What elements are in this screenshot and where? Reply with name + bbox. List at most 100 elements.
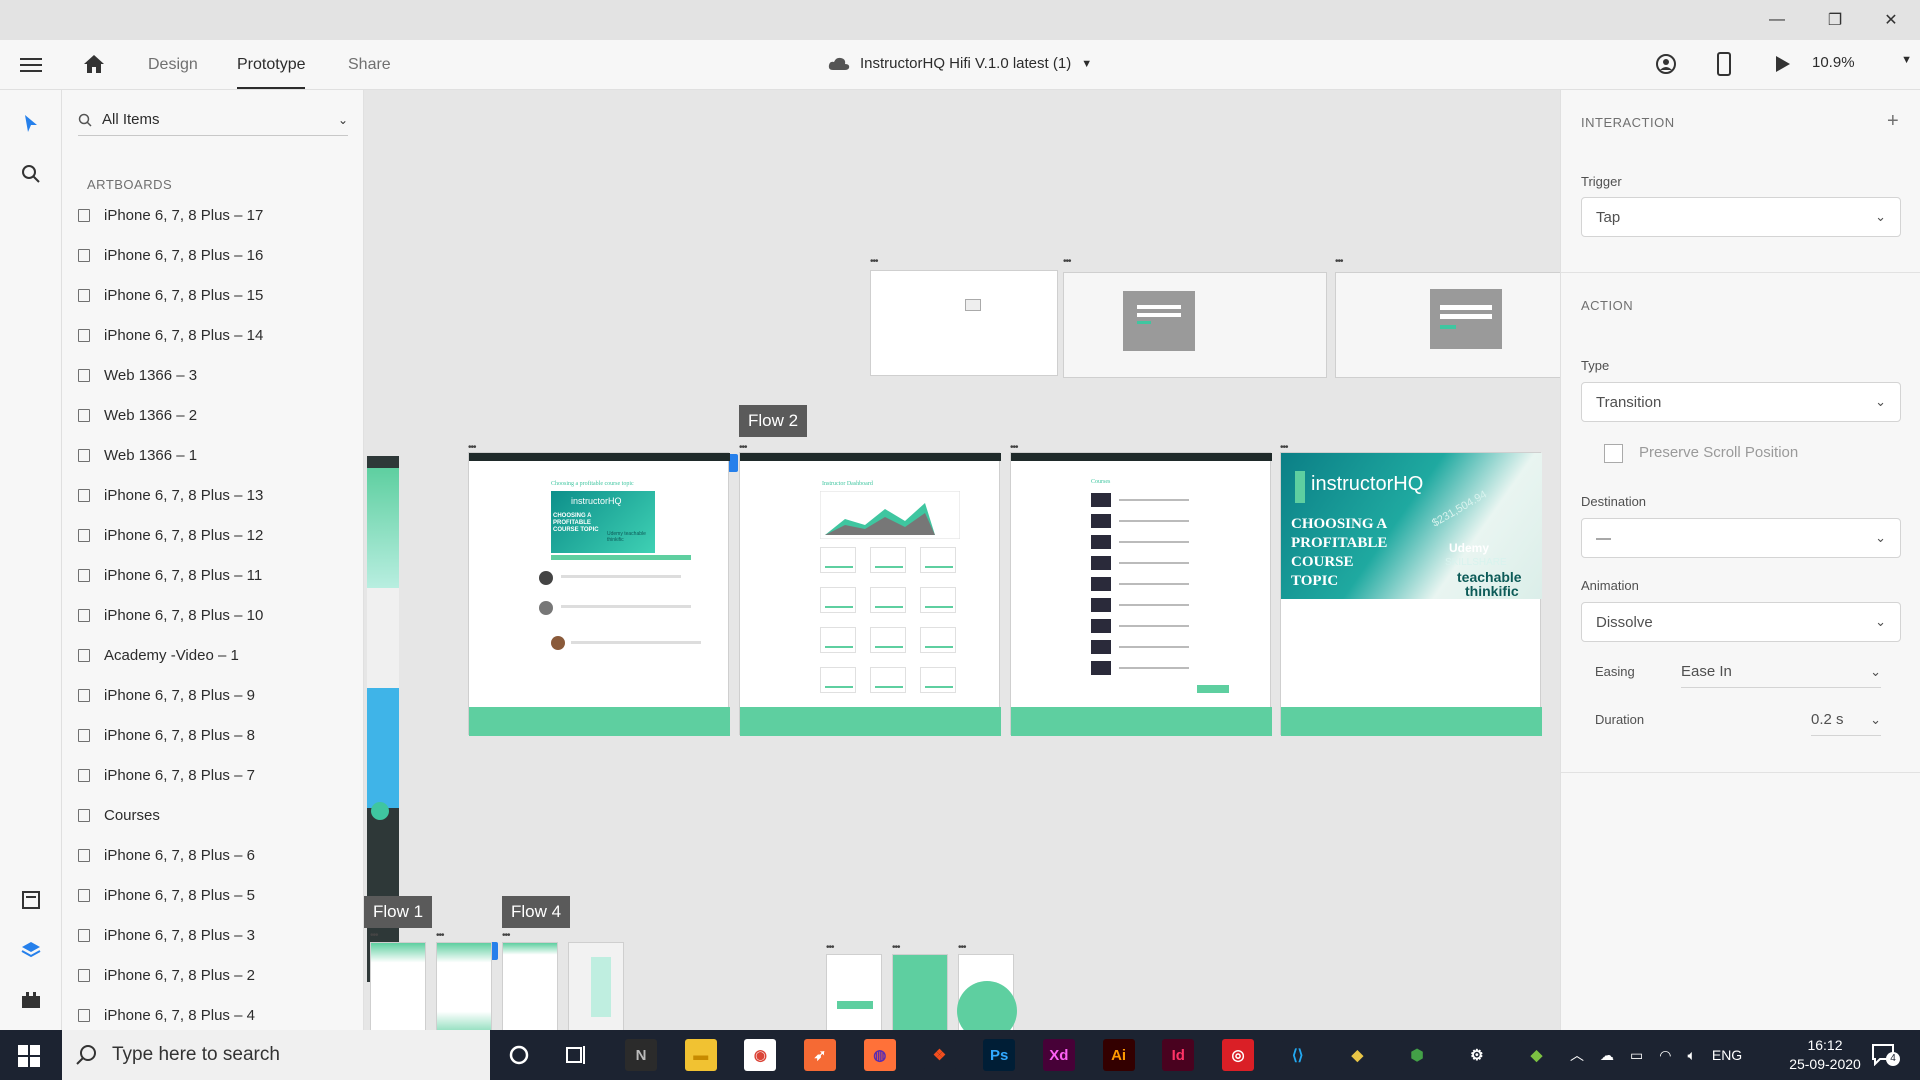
artboard-thumb[interactable] xyxy=(1063,272,1327,378)
select-tool[interactable] xyxy=(19,112,43,136)
restore-button[interactable]: ❐ xyxy=(1806,0,1864,40)
artboard-menu-dots[interactable]: ••• xyxy=(958,942,966,953)
artboard-thumb[interactable] xyxy=(870,270,1058,376)
easing-select[interactable]: Ease In ⌄ xyxy=(1681,656,1881,688)
artboard-hero[interactable]: instructorHQ CHOOSING A PROFITABLE COURS… xyxy=(1280,452,1542,736)
artboard-menu-dots[interactable]: ••• xyxy=(370,930,378,941)
tab-design[interactable]: Design xyxy=(148,56,198,74)
document-assets-button[interactable] xyxy=(19,888,43,912)
artboard-list-item[interactable]: iPhone 6, 7, 8 Plus – 10 xyxy=(78,600,263,630)
artboard-list-item[interactable]: iPhone 6, 7, 8 Plus – 9 xyxy=(78,680,255,710)
artboard-thumb[interactable] xyxy=(1335,272,1560,378)
volume-icon[interactable]: 🔈︎ xyxy=(1687,1047,1695,1064)
artboard-menu-dots[interactable]: ••• xyxy=(826,942,834,953)
artboard-list-item[interactable]: iPhone 6, 7, 8 Plus – 7 xyxy=(78,760,255,790)
start-button[interactable] xyxy=(18,1045,40,1072)
phone-artboard-thumb[interactable] xyxy=(436,942,492,1030)
taskbar-app-icon[interactable]: ⬢ xyxy=(1401,1039,1434,1071)
taskbar-app-icon[interactable]: ⚙ xyxy=(1460,1039,1493,1071)
zoom-tool[interactable] xyxy=(19,162,43,186)
zoom-select[interactable]: 10.9% ▼ xyxy=(1812,54,1912,71)
onedrive-icon[interactable]: ☁ xyxy=(1600,1047,1614,1064)
artboard-list-item[interactable]: iPhone 6, 7, 8 Plus – 15 xyxy=(78,280,263,310)
taskbar-app-icon[interactable]: Xd xyxy=(1042,1039,1075,1071)
layers-button[interactable] xyxy=(19,938,43,962)
taskbar-app-icon[interactable]: ◆ xyxy=(1520,1039,1553,1071)
flow-2-tag[interactable]: Flow 2 xyxy=(739,405,808,437)
artboard-list-item[interactable]: iPhone 6, 7, 8 Plus – 16 xyxy=(78,240,263,270)
task-view-button[interactable] xyxy=(566,1044,588,1071)
artboard-list-item[interactable]: iPhone 6, 7, 8 Plus – 17 xyxy=(78,200,263,230)
minimize-button[interactable]: — xyxy=(1748,0,1806,40)
wifi-icon[interactable]: ◠ xyxy=(1659,1047,1671,1064)
chevron-up-icon[interactable]: ︿ xyxy=(1570,1045,1584,1065)
artboard-menu-dots[interactable]: ••• xyxy=(870,256,878,267)
artboard-list-item[interactable]: Web 1366 – 1 xyxy=(78,440,197,470)
home-button[interactable] xyxy=(82,53,106,80)
artboard-list-item[interactable]: iPhone 6, 7, 8 Plus – 12 xyxy=(78,520,263,550)
phone-artboard-thumb[interactable] xyxy=(568,942,624,1030)
preserve-scroll-checkbox[interactable] xyxy=(1604,444,1623,463)
artboard-list-item[interactable]: iPhone 6, 7, 8 Plus – 14 xyxy=(78,320,263,350)
battery-icon[interactable]: ▭ xyxy=(1630,1047,1643,1064)
hamburger-menu-button[interactable] xyxy=(20,55,42,75)
document-title[interactable]: InstructorHQ Hifi V.1.0 latest (1) ▼ xyxy=(828,55,1092,72)
taskbar-app-icon[interactable]: Id xyxy=(1162,1039,1195,1071)
language-indicator[interactable]: ENG xyxy=(1712,1047,1742,1063)
close-window-button[interactable]: ✕ xyxy=(1862,0,1920,40)
share-user-button[interactable] xyxy=(1655,53,1677,80)
artboard-list-item[interactable]: iPhone 6, 7, 8 Plus – 8 xyxy=(78,720,255,750)
artboard-list-item[interactable]: iPhone 6, 7, 8 Plus – 5 xyxy=(78,880,255,910)
tab-share[interactable]: Share xyxy=(348,56,391,74)
artboard-menu-dots[interactable]: ••• xyxy=(1063,256,1071,267)
artboard-course-topic[interactable]: Choosing a profitable course topic instr… xyxy=(468,452,730,736)
taskbar-app-icon[interactable]: ❖ xyxy=(923,1039,956,1071)
taskbar-app-icon[interactable]: ◉ xyxy=(744,1039,777,1071)
tab-prototype[interactable]: Prototype xyxy=(237,56,306,89)
animation-select[interactable]: Dissolve ⌄ xyxy=(1581,602,1901,642)
phone-artboard-thumb[interactable] xyxy=(370,942,426,1030)
device-preview-button[interactable] xyxy=(1717,52,1731,81)
artboard-list-item[interactable]: iPhone 6, 7, 8 Plus – 13 xyxy=(78,480,263,510)
clock[interactable]: 16:12 25-09-2020 xyxy=(1780,1036,1870,1074)
artboard-list-item[interactable]: iPhone 6, 7, 8 Plus – 3 xyxy=(78,920,255,950)
artboard-list-item[interactable]: iPhone 6, 7, 8 Plus – 2 xyxy=(78,960,255,990)
artboard-menu-dots[interactable]: ••• xyxy=(502,930,510,941)
add-interaction-button[interactable]: + xyxy=(1887,110,1899,133)
artboard-menu-dots[interactable]: ••• xyxy=(1335,256,1343,267)
destination-select[interactable]: — ⌄ xyxy=(1581,518,1901,558)
taskbar-app-icon[interactable]: Ps xyxy=(983,1039,1016,1071)
taskbar-app-icon[interactable]: N xyxy=(625,1039,657,1071)
duration-select[interactable]: 0.2 s ⌄ xyxy=(1811,704,1881,736)
phone-artboard-thumb[interactable] xyxy=(957,954,1017,1030)
taskbar-app-icon[interactable]: ◆ xyxy=(1341,1039,1374,1071)
artboard-menu-dots[interactable]: ••• xyxy=(892,942,900,953)
artboard-list-item[interactable]: Web 1366 – 2 xyxy=(78,400,197,430)
artboard-menu-dots[interactable]: ••• xyxy=(436,930,444,941)
artboard-courses[interactable]: Courses xyxy=(1010,452,1272,736)
artboard-list-item[interactable]: Courses xyxy=(78,800,160,830)
artboard-list-item[interactable]: Academy -Video – 1 xyxy=(78,640,239,670)
taskbar-app-icon[interactable]: ◍ xyxy=(863,1039,896,1071)
design-canvas[interactable]: ••• ••• ••• Flow 2 ••• Choosing a profit… xyxy=(364,90,1560,1030)
taskbar-search-box[interactable]: Type here to search xyxy=(62,1030,490,1080)
artboard-list-item[interactable]: iPhone 6, 7, 8 Plus – 6 xyxy=(78,840,255,870)
plugins-button[interactable] xyxy=(19,988,43,1012)
phone-artboard-thumb[interactable] xyxy=(892,954,948,1030)
taskbar-app-icon[interactable]: ▬ xyxy=(684,1039,717,1071)
cortana-button[interactable] xyxy=(508,1044,530,1071)
phone-artboard-thumb[interactable] xyxy=(826,954,882,1030)
taskbar-app-icon[interactable]: ◎ xyxy=(1222,1039,1254,1071)
flow-4-tag[interactable]: Flow 4 xyxy=(502,896,571,928)
taskbar-app-icon[interactable]: ➶ xyxy=(804,1039,837,1071)
phone-artboard-thumb[interactable] xyxy=(502,942,558,1030)
flow-1-tag[interactable]: Flow 1 xyxy=(364,896,433,928)
artboard-list-item[interactable]: iPhone 6, 7, 8 Plus – 4 xyxy=(78,1000,255,1030)
layer-filter-select[interactable]: All Items ⌄ xyxy=(78,104,348,136)
play-preview-button[interactable] xyxy=(1774,54,1792,79)
taskbar-app-icon[interactable]: Ai xyxy=(1102,1039,1135,1071)
artboard-list-item[interactable]: iPhone 6, 7, 8 Plus – 11 xyxy=(78,560,262,590)
trigger-select[interactable]: Tap ⌄ xyxy=(1581,197,1901,237)
artboard-list-item[interactable]: Web 1366 – 3 xyxy=(78,360,197,390)
taskbar-app-icon[interactable]: ⟨⟩ xyxy=(1281,1039,1314,1071)
